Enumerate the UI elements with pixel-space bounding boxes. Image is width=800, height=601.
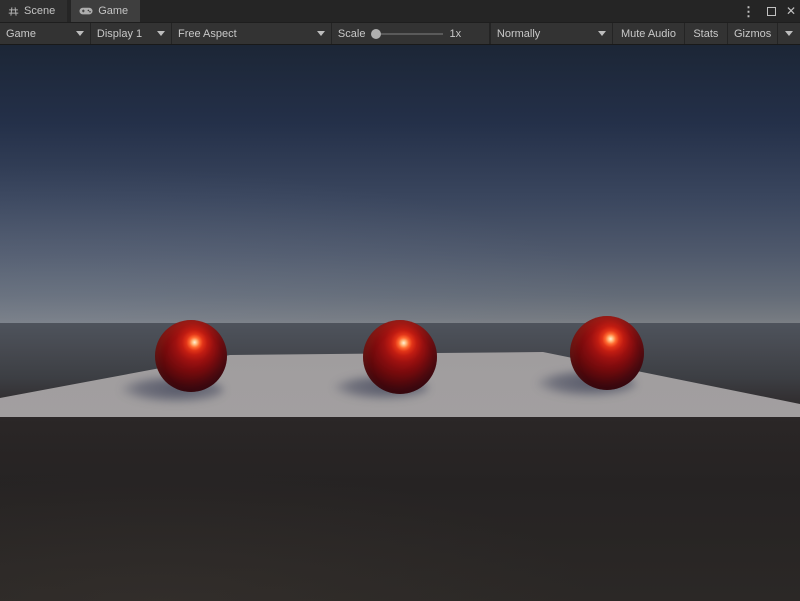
window-controls: ⋮ ✕ bbox=[740, 0, 796, 22]
display-target-dropdown[interactable]: Game bbox=[0, 23, 91, 44]
tab-scene-label: Scene bbox=[24, 5, 55, 17]
mute-audio-button[interactable]: Mute Audio bbox=[613, 23, 684, 44]
focus-mode-dropdown[interactable]: Normally bbox=[491, 23, 613, 44]
aspect-ratio-dropdown[interactable]: Free Aspect bbox=[172, 23, 332, 44]
scale-value: 1x bbox=[449, 28, 461, 40]
unity-game-panel: Scene Game ⋮ ✕ Game bbox=[0, 0, 800, 601]
grid-icon bbox=[8, 6, 19, 17]
close-icon[interactable]: ✕ bbox=[786, 5, 796, 17]
red-sphere bbox=[570, 316, 644, 390]
gizmos-dropdown-arrow[interactable] bbox=[778, 23, 800, 44]
chevron-down-icon bbox=[76, 31, 84, 36]
tab-game-label: Game bbox=[98, 5, 128, 17]
aspect-label: Free Aspect bbox=[178, 28, 237, 40]
mute-audio-label: Mute Audio bbox=[621, 28, 676, 40]
stats-button[interactable]: Stats bbox=[685, 23, 729, 44]
stats-label: Stats bbox=[693, 28, 718, 40]
chevron-down-icon bbox=[598, 31, 606, 36]
kebab-menu-icon[interactable]: ⋮ bbox=[740, 5, 757, 18]
chevron-down-icon bbox=[157, 31, 165, 36]
game-viewport[interactable] bbox=[0, 45, 800, 601]
gizmos-label: Gizmos bbox=[734, 28, 771, 40]
chevron-down-icon bbox=[785, 31, 793, 36]
sky-gradient bbox=[0, 45, 800, 323]
tab-scene[interactable]: Scene bbox=[0, 0, 67, 22]
chevron-down-icon bbox=[317, 31, 325, 36]
display-target-label: Game bbox=[6, 28, 36, 40]
display-dropdown[interactable]: Display 1 bbox=[91, 23, 172, 44]
slider-track bbox=[375, 33, 443, 35]
red-sphere bbox=[363, 320, 437, 394]
game-view-toolbar: Game Display 1 Free Aspect Scale 1x Norm… bbox=[0, 22, 800, 45]
tab-game[interactable]: Game bbox=[71, 0, 140, 22]
red-sphere bbox=[155, 320, 227, 392]
scale-control: Scale 1x bbox=[332, 23, 490, 44]
slider-knob[interactable] bbox=[371, 29, 381, 39]
gamepad-icon bbox=[79, 6, 93, 16]
scale-label: Scale bbox=[338, 28, 366, 40]
focus-mode-label: Normally bbox=[497, 28, 540, 40]
scale-slider[interactable] bbox=[371, 27, 443, 41]
display-label: Display 1 bbox=[97, 28, 142, 40]
gizmos-button[interactable]: Gizmos bbox=[728, 23, 778, 44]
tab-bar: Scene Game ⋮ ✕ bbox=[0, 0, 800, 22]
maximize-icon[interactable] bbox=[767, 7, 776, 16]
